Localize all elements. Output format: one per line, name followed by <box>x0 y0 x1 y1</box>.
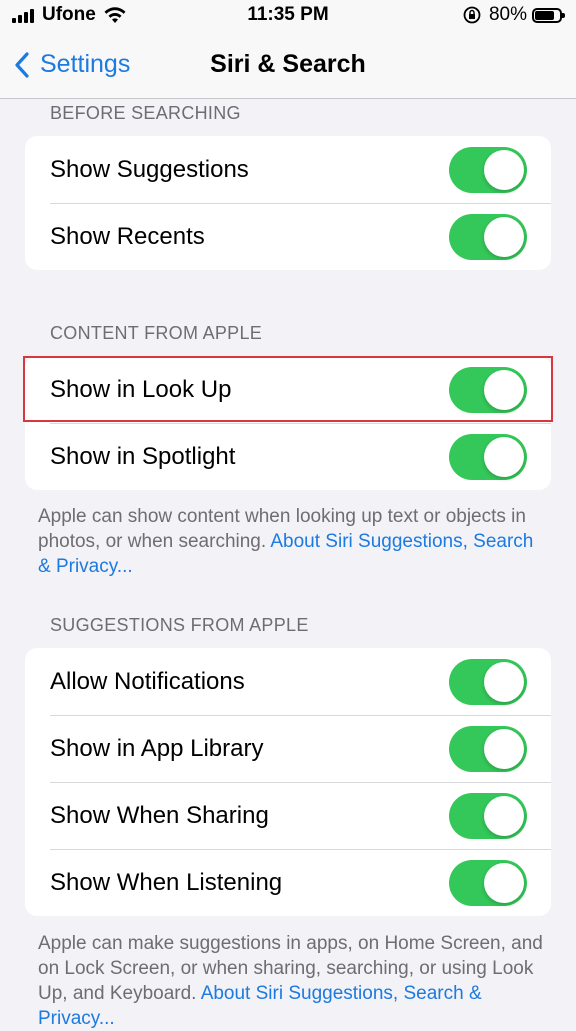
toggle-knob <box>484 369 524 410</box>
row-show-when-sharing[interactable]: Show When Sharing <box>25 782 551 849</box>
row-label: Allow Notifications <box>50 667 245 695</box>
battery-icon <box>532 7 565 23</box>
row-show-when-listening[interactable]: Show When Listening <box>25 849 551 916</box>
toggle-show-in-app-library[interactable] <box>449 725 527 772</box>
toggle-knob <box>484 216 524 257</box>
toggle-show-recents[interactable] <box>449 213 527 260</box>
row-label: Show When Listening <box>50 868 283 896</box>
row-label: Show When Sharing <box>50 801 269 829</box>
group-before-searching: Show Suggestions Show Recents <box>25 136 551 270</box>
toggle-allow-notifications[interactable] <box>449 658 527 705</box>
toggle-show-in-spotlight[interactable] <box>449 433 527 480</box>
toggle-show-suggestions[interactable] <box>449 146 527 193</box>
section-header-before-searching: BEFORE SEARCHING <box>50 103 241 123</box>
row-label: Show in Spotlight <box>50 442 236 470</box>
row-label: Show Suggestions <box>50 155 249 183</box>
row-show-in-look-up[interactable]: Show in Look Up <box>25 356 551 423</box>
orientation-lock-icon <box>463 6 481 24</box>
battery-percent: 80% <box>488 4 527 25</box>
toggle-show-when-listening[interactable] <box>449 859 527 906</box>
navigation-bar: Settings Siri & Search <box>0 32 576 99</box>
row-label: Show in App Library <box>50 734 264 762</box>
section-header-content-from-apple: CONTENT FROM APPLE <box>50 323 263 343</box>
toggle-knob <box>484 661 524 702</box>
toggle-knob <box>484 862 524 903</box>
row-show-suggestions[interactable]: Show Suggestions <box>25 136 551 203</box>
status-bar: Ufone 11:35 PM 80% <box>0 0 576 32</box>
toggle-knob <box>484 436 524 477</box>
row-label: Show in Look Up <box>50 375 232 403</box>
row-show-in-spotlight[interactable]: Show in Spotlight <box>25 423 551 490</box>
section-header-suggestions-from-apple: SUGGESTIONS FROM APPLE <box>50 615 309 635</box>
row-label: Show Recents <box>50 222 205 250</box>
footer-suggestions-from-apple: Apple can make suggestions in apps, on H… <box>38 931 544 1031</box>
toggle-knob <box>484 795 524 836</box>
status-right: 80% <box>463 4 565 26</box>
battery-fill <box>535 10 554 20</box>
toggle-knob <box>484 728 524 769</box>
row-show-in-app-library[interactable]: Show in App Library <box>25 715 551 782</box>
footer-content-from-apple: Apple can show content when looking up t… <box>38 504 544 579</box>
toggle-show-in-look-up[interactable] <box>449 366 527 413</box>
group-suggestions-from-apple: Allow Notifications Show in App Library … <box>25 648 551 916</box>
group-content-from-apple: Show in Look Up Show in Spotlight <box>25 356 551 490</box>
page-title: Siri & Search <box>210 50 366 78</box>
row-show-recents[interactable]: Show Recents <box>25 203 551 270</box>
toggle-knob <box>484 149 524 190</box>
row-allow-notifications[interactable]: Allow Notifications <box>25 648 551 715</box>
toggle-show-when-sharing[interactable] <box>449 792 527 839</box>
